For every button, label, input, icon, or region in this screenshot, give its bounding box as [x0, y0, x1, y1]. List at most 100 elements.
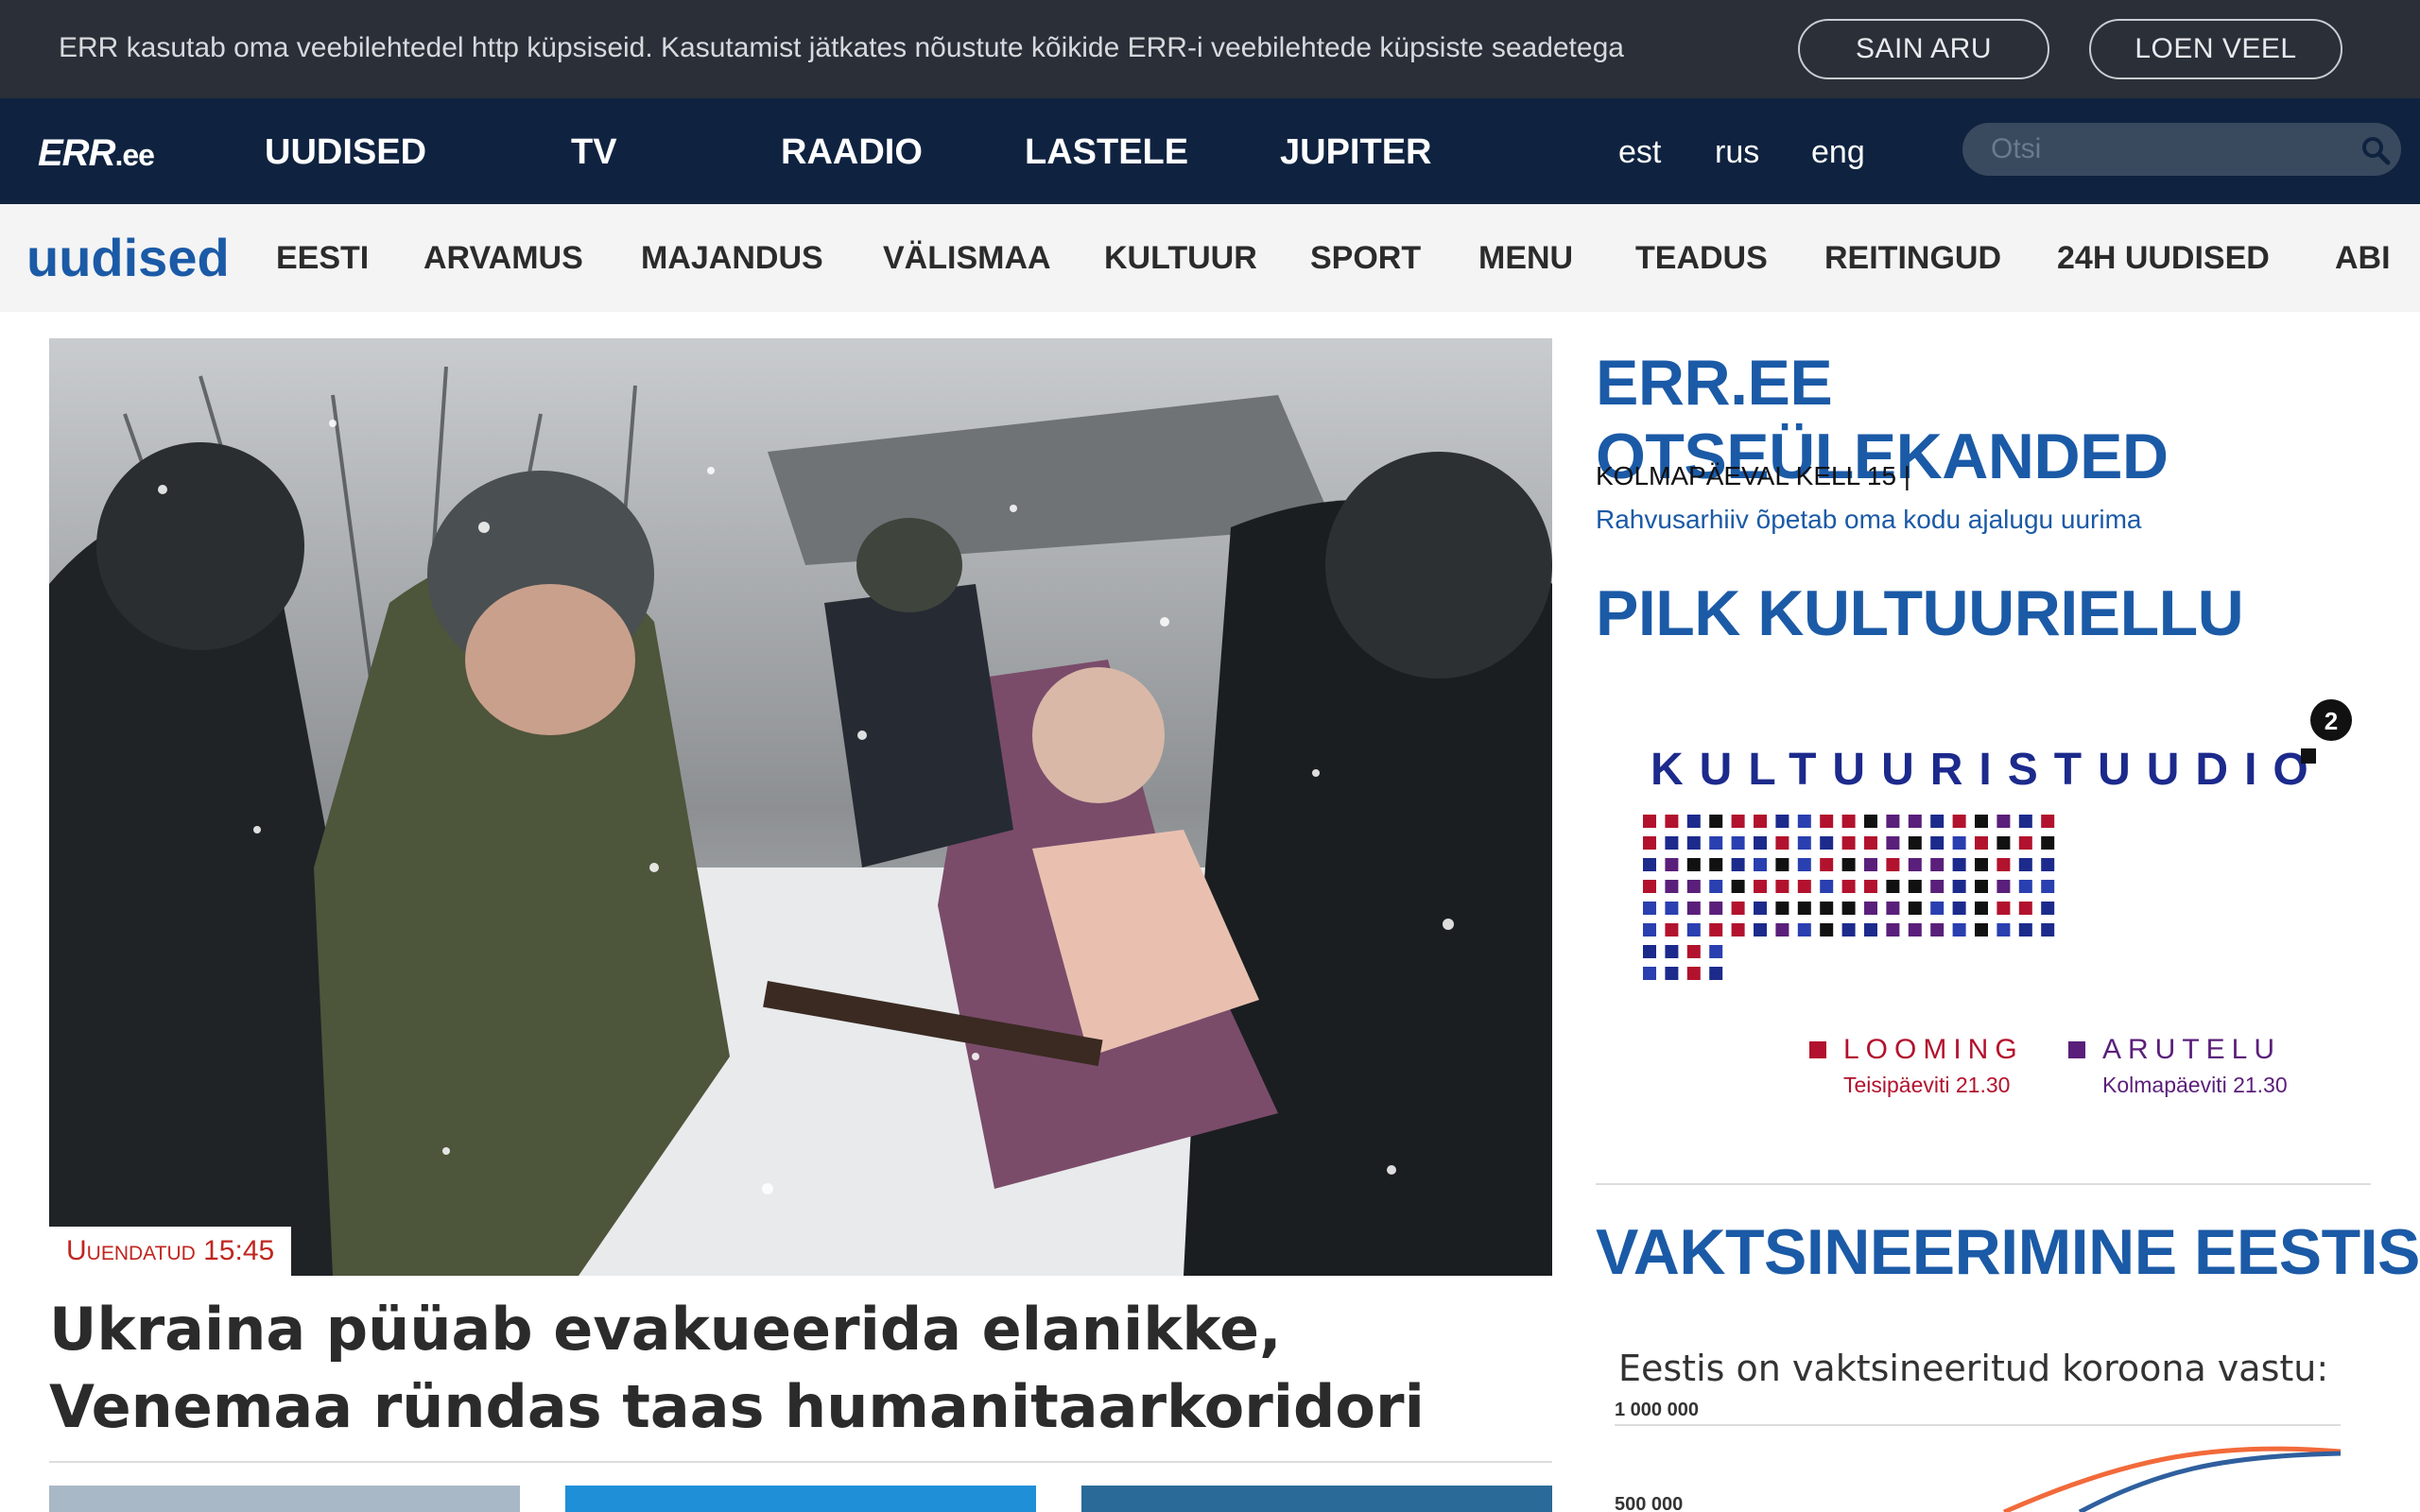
promo-grid-square [1686, 815, 1701, 828]
promo-grid-square [1908, 880, 1922, 893]
promo-grid-square [1643, 967, 1656, 980]
kultuuristuudio-banner: 2 KULTUURISTUUDIO LOOMING ARUTELU Teisip… [1643, 699, 2352, 1097]
promo-grid-square [1686, 836, 1701, 850]
promo-grid-square [1930, 836, 1945, 850]
promo-grid-square [1864, 880, 1877, 893]
cookie-accept-button[interactable]: SAIN ARU [1798, 19, 2049, 79]
subnav-item-24h-uudised[interactable]: 24H UUDISED [2057, 240, 2270, 277]
promo-grid-square [1864, 858, 1877, 871]
promo-grid-square [1975, 815, 1988, 828]
cookie-more-button[interactable]: LOEN VEEL [2089, 19, 2342, 79]
thumbnail-1[interactable] [49, 1486, 520, 1512]
promo-grid-square [1908, 836, 1922, 850]
subnav-item-valismaa[interactable]: VÄLISMAA [883, 240, 1051, 277]
promo-grid-square [1731, 836, 1745, 850]
subnav-item-arvamus[interactable]: ARVAMUS [424, 240, 583, 277]
topnav-item-jupiter[interactable]: JUPITER [1280, 132, 1431, 173]
promo-grid-square [1841, 858, 1856, 871]
promo-grid-square [2018, 858, 2032, 871]
promo-title: KULTUURISTUUDIO [1651, 745, 2325, 795]
thumbnail-2[interactable] [565, 1486, 1036, 1512]
language-est[interactable]: est [1618, 134, 1661, 171]
promo-grid-square [1643, 902, 1656, 915]
promo-grid-square [1686, 923, 1701, 936]
promo-grid-square [1665, 815, 1679, 828]
subnav-item-menu[interactable]: MENU [1478, 240, 1573, 277]
topnav-item-lastele[interactable]: LASTELE [1025, 132, 1188, 173]
promo-grid-square [1886, 836, 1900, 850]
subnav-item-majandus[interactable]: MAJANDUS [641, 240, 823, 277]
promo-grid-square [1930, 923, 1945, 936]
promo-grid-square [1841, 815, 1856, 828]
promo-grid-square [2041, 858, 2055, 871]
promo-grid-square [1886, 902, 1900, 915]
search-input[interactable] [1991, 130, 2331, 168]
promo-grid-square [1643, 923, 1656, 936]
promo-grid-square [1886, 815, 1900, 828]
vaccination-heading[interactable]: VAKTSINEERIMINE EESTIS [1596, 1215, 2420, 1289]
promo-grid-square [1643, 858, 1656, 871]
article-divider [49, 1461, 1552, 1463]
vacc-axis-top: 1 000 000 [1615, 1400, 1699, 1420]
search-box [1962, 123, 2401, 176]
promo-grid-square [1975, 880, 1988, 893]
promo-grid-square [1775, 836, 1789, 850]
vaccination-title: Eestis on vaktsineeritud koroona vastu: [1618, 1348, 2329, 1389]
promo-grid-square [1665, 836, 1679, 850]
promo-grid-square [1775, 880, 1789, 893]
culture-heading[interactable]: PILK KULTUURIELLU [1596, 576, 2244, 650]
vaccination-chart[interactable]: 1 000 000 500 000 [1607, 1395, 2363, 1512]
promo-grid-square [2018, 902, 2032, 915]
promo-grid-square [1908, 858, 1922, 871]
cookie-text: ERR kasutab oma veebilehtedel http küpsi… [59, 32, 1624, 63]
language-rus[interactable]: rus [1715, 134, 1759, 171]
article-headline[interactable]: Ukraina püüab evakueerida elanikke, Vene… [49, 1291, 1524, 1446]
magnifier-icon[interactable] [2360, 134, 2392, 166]
promo-grid-square [1775, 858, 1789, 871]
promo-grid-square [1864, 902, 1877, 915]
promo-grid-square [1731, 902, 1745, 915]
kultuuristuudio-promo[interactable]: 2 KULTUURISTUUDIO LOOMING ARUTELU Teisip… [1596, 690, 2371, 1115]
promo-grid-square [1731, 923, 1745, 936]
promo-grid-square [1686, 858, 1701, 871]
subnav-item-reitingud[interactable]: REITINGUD [1824, 240, 2001, 277]
live-stream-link[interactable]: Rahvusarhiiv õpetab oma kodu ajalugu uur… [1596, 505, 2141, 535]
promo-grid-square [2018, 815, 2032, 828]
hero-photo[interactable] [49, 338, 1552, 1276]
topnav-item-raadio[interactable]: RAADIO [781, 132, 923, 173]
thumbnail-3[interactable] [1081, 1486, 1552, 1512]
promo-grid-square [1864, 836, 1877, 850]
subnav-item-eesti[interactable]: EESTI [276, 240, 369, 277]
promo-grid-square [1975, 902, 1988, 915]
promo-grid-square [1841, 836, 1856, 850]
promo-grid-square [1686, 880, 1701, 893]
topnav-item-uudised[interactable]: UUDISED [265, 132, 426, 173]
promo-grid-square [1797, 858, 1811, 871]
vacc-line-completed [2078, 1451, 2342, 1512]
promo-grid-square [1864, 923, 1877, 936]
language-eng[interactable]: eng [1811, 134, 1865, 171]
subnav-item-sport[interactable]: SPORT [1310, 240, 1421, 277]
subnav-item-abi[interactable]: ABI [2335, 240, 2391, 277]
promo-time-looming: Teisipäeviti 21.30 [1843, 1073, 2010, 1097]
promo-grid-square [1996, 858, 2011, 871]
promo-grid-square [1709, 815, 1723, 828]
promo-grid-square [1996, 880, 2011, 893]
err-logo[interactable]: ERR.ee [38, 132, 155, 175]
topnav-item-tv[interactable]: TV [571, 132, 617, 173]
subnav-item-teadus[interactable]: TEADUS [1635, 240, 1768, 277]
promo-label-looming: LOOMING [1843, 1034, 2024, 1065]
promo-grid-square [1797, 836, 1811, 850]
promo-grid-square [1908, 815, 1922, 828]
promo-grid-square [1820, 880, 1834, 893]
promo-grid-square [1797, 902, 1811, 915]
promo-grid-square [1643, 836, 1656, 850]
promo-grid-square [1930, 880, 1945, 893]
promo-grid-square [1908, 902, 1922, 915]
promo-label-arutelu: ARUTELU [2102, 1034, 2281, 1065]
subnav-item-kultuur[interactable]: KULTUUR [1104, 240, 1257, 277]
promo-grid-square [1820, 815, 1834, 828]
promo-grid-square [1775, 902, 1789, 915]
section-logo[interactable]: uudised [26, 227, 230, 288]
promo-grid-square [1709, 902, 1723, 915]
